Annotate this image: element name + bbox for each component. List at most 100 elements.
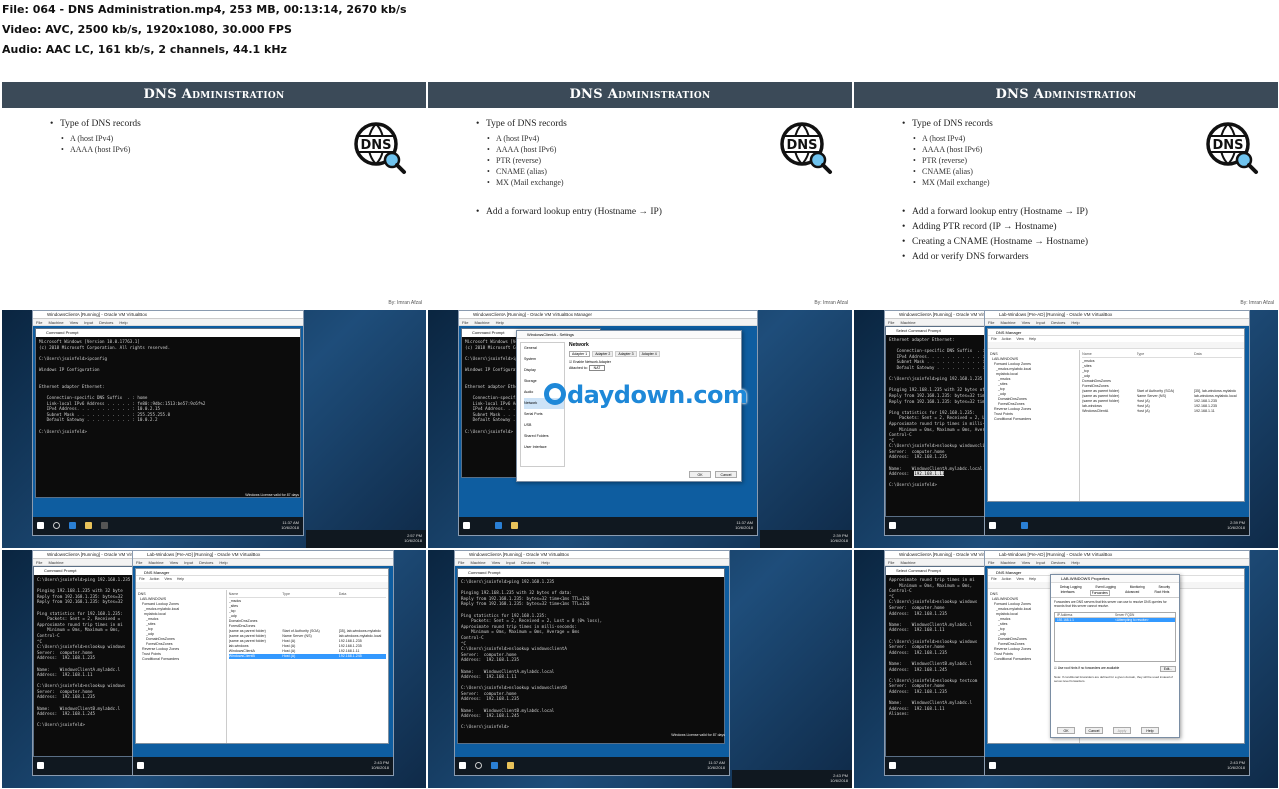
tab-security[interactable]: Security [1159, 585, 1171, 589]
list-header: Name Type Data [1082, 352, 1242, 358]
taskbar-clock: 2:43 PM 10/6/2018 [371, 760, 389, 770]
start-icon[interactable] [137, 762, 144, 769]
menu-view[interactable]: View [70, 320, 79, 325]
slide-subbullet: MX (Mail exchange) [902, 177, 1202, 188]
search-icon[interactable] [475, 762, 482, 769]
edit-button[interactable]: Edit... [1159, 666, 1176, 672]
tabs-row-bottom: Interfaces Forwarders Advanced Root Hint… [1051, 589, 1179, 598]
thumbnail-dns-manager-records: WindowsClientA [Running] - Oracle VM Vir… [2, 550, 426, 788]
cmd-title: Command Prompt [458, 569, 724, 577]
start-icon[interactable] [889, 762, 896, 769]
menu-input[interactable]: Input [84, 320, 93, 325]
start-icon[interactable] [889, 522, 896, 529]
edge-icon[interactable] [491, 762, 498, 769]
folder-icon[interactable] [507, 762, 514, 769]
section-serial-ports[interactable]: Serial Ports [524, 409, 564, 420]
dns-manager-window[interactable]: DNS Manager File Action View Help DNS LAB-W… [135, 568, 389, 744]
slide-title: DNS Administration [854, 82, 1278, 108]
virtualbox-window-lab[interactable]: Lab-Windows [Pre-AD] [Running] - Oracle … [132, 550, 394, 776]
tab-adapter-1[interactable]: Adapter 1 [569, 351, 591, 357]
audio-info-line: Audio: AAC LC, 161 kb/s, 2 channels, 44.… [2, 43, 287, 56]
tab-forwarders[interactable]: Forwarders [1089, 590, 1110, 596]
cmd-icon[interactable] [101, 522, 108, 529]
dns-manager-window[interactable]: DNS Manager File Action View Help DNS LAB-W… [987, 328, 1245, 502]
start-icon[interactable] [459, 762, 466, 769]
slide-bullet: Adding PTR record (IP → Hostname) [902, 221, 1202, 234]
enable-adapter-checkbox[interactable]: ☑ Enable Network Adapter [569, 360, 737, 364]
menu-file[interactable]: File [36, 320, 42, 325]
ok-button[interactable]: OK [1057, 727, 1075, 734]
root-hints-checkbox[interactable]: ☑ Use root hints if no forwarders are av… [1054, 666, 1119, 672]
forwarders-list[interactable]: IP Address Server FQDN 192.168.1.1 <Attemp… [1054, 612, 1176, 662]
help-button[interactable]: Help [1141, 727, 1159, 734]
section-general[interactable]: General [524, 343, 564, 354]
virtualbox-window[interactable]: WindowsClientA [Running] - Oracle VM Vir… [454, 550, 730, 776]
section-display[interactable]: Display [524, 365, 564, 376]
taskbar-clock: 11:37 AM 10/6/2018 [281, 520, 299, 530]
start-icon[interactable] [463, 522, 470, 529]
section-shared-folders[interactable]: Shared Folders [524, 431, 564, 442]
slide-bullet: Add a forward lookup entry (Hostname → I… [902, 206, 1202, 219]
tab-adapter-2[interactable]: Adapter 2 [592, 351, 614, 357]
menu-machine[interactable]: Machine [474, 320, 489, 325]
guest-screen[interactable]: DNS Manager File Action View Help DNS LAB-W… [133, 566, 393, 757]
cancel-button[interactable]: Cancel [715, 471, 737, 478]
tab-root-hints[interactable]: Root Hints [1154, 590, 1169, 596]
cancel-button[interactable]: Cancel [1085, 727, 1103, 734]
virtualbox-window-lab[interactable]: Lab-Windows [Pre-AD] [Running] - Oracle … [984, 310, 1250, 536]
start-icon[interactable] [989, 522, 996, 529]
guest-screen[interactable]: Command Prompt C:\Users\jsoinfeld>ping 1… [455, 566, 729, 757]
menu-help[interactable]: Help [496, 320, 504, 325]
slide-subbullet: AAAA (host IPv6) [50, 144, 350, 155]
section-usb[interactable]: USB [524, 420, 564, 431]
table-row[interactable]: WindowsClientA Host (A) 192.168.1.11 [1082, 409, 1242, 414]
section-system[interactable]: System [524, 354, 564, 365]
edge-icon[interactable] [1021, 522, 1028, 529]
tab-adapter-4[interactable]: Adapter 4 [638, 351, 660, 357]
virtualbox-window[interactable]: WindowsClientA [Running] - Oracle VM Vir… [32, 310, 304, 536]
slide-subbullet: PTR (reverse) [476, 155, 776, 166]
start-icon[interactable] [37, 762, 44, 769]
tab-debug-logging[interactable]: Debug Logging [1060, 585, 1082, 589]
ok-button[interactable]: OK [689, 471, 711, 478]
attached-to-select[interactable]: NAT [588, 365, 606, 371]
slide-bullet: Add a forward lookup entry (Hostname → I… [476, 206, 776, 219]
table-row-selected[interactable]: WindowsClientB Host (A) 192.168.1.245 [228, 654, 386, 659]
tab-event-logging[interactable]: Event Logging [1095, 585, 1115, 589]
command-prompt-window[interactable]: Command Prompt Microsoft Windows [Versio… [35, 328, 301, 498]
tab-advanced[interactable]: Advanced [1125, 590, 1139, 596]
dns-tree[interactable]: DNS LAB-WINDOWS Forward Lookup Zones _ms… [136, 590, 227, 743]
forwarder-row[interactable]: 192.168.1.1 <Attempting to resolve> [1055, 618, 1175, 622]
slide-subbullet: AAAA (host IPv6) [902, 144, 1202, 155]
tab-adapter-3[interactable]: Adapter 3 [615, 351, 637, 357]
adapter-tabs: Adapter 1 Adapter 2 Adapter 3 Adapter 4 [569, 351, 737, 357]
dns-manager-toolbar [988, 342, 1244, 349]
menu-help[interactable]: Help [119, 320, 127, 325]
tab-monitoring[interactable]: Monitoring [1130, 585, 1145, 589]
dns-tree[interactable]: DNS LAB-WINDOWS Forward Lookup Zones _ms… [988, 350, 1081, 501]
menu-file[interactable]: File [462, 320, 468, 325]
edge-icon[interactable] [495, 522, 502, 529]
taskbar-clock: 2:43 PM 10/6/2018 [1227, 760, 1245, 770]
command-prompt-window[interactable]: Command Prompt C:\Users\jsoinfeld>ping 1… [457, 568, 725, 744]
guest-screen[interactable]: DNS Manager File Action View Help DNS LAB-W… [985, 326, 1249, 517]
dns-record-list[interactable]: Name Type Data _msdcs _sites _tcp _udp Dom… [1080, 350, 1244, 501]
apply-button[interactable]: Apply [1113, 727, 1131, 734]
menu-machine[interactable]: Machine [48, 320, 63, 325]
folder-icon[interactable] [511, 522, 518, 529]
start-icon[interactable] [37, 522, 44, 529]
guest-screen[interactable]: Command Prompt Microsoft Windows [Versio… [33, 326, 303, 517]
search-icon[interactable] [53, 522, 60, 529]
folder-icon[interactable] [85, 522, 92, 529]
taskbar-clock: 11:37 AM 10/6/2018 [707, 760, 725, 770]
section-user-interface[interactable]: User Interface [524, 442, 564, 453]
menu-devices[interactable]: Devices [99, 320, 113, 325]
edge-icon[interactable] [69, 522, 76, 529]
vm-menubar: File Machine View Input Devices Help [455, 559, 729, 566]
dns-record-list[interactable]: Name Type Data _msdcs _sites _tcp _udp Dom… [227, 590, 388, 743]
watermark-logo: daydown.com [544, 381, 748, 409]
slide-title: DNS Administration [428, 82, 852, 108]
tab-interfaces[interactable]: Interfaces [1061, 590, 1075, 596]
start-icon[interactable] [989, 762, 996, 769]
dns-properties-dialog[interactable]: LAB-WINDOWS Properties Debug Logging Eve… [1050, 574, 1180, 738]
